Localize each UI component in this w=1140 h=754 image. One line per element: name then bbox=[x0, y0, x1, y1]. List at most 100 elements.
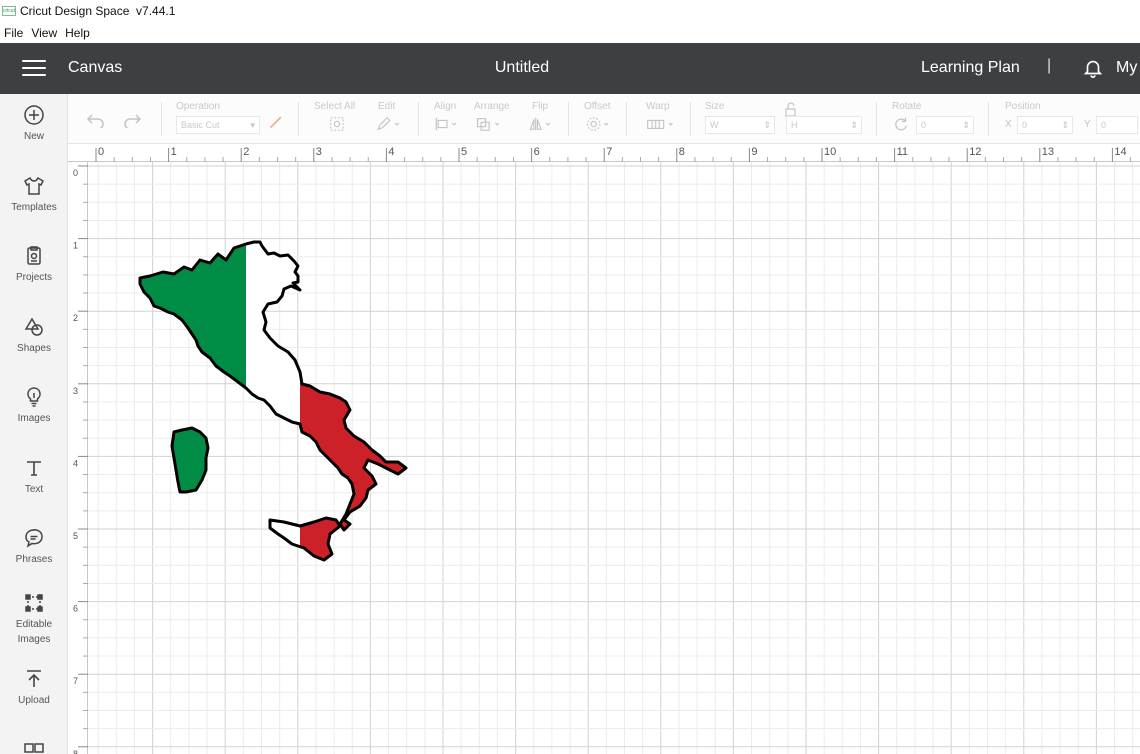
ruler-tick-label: 7 bbox=[73, 676, 78, 686]
ruler-tick-label: 1 bbox=[171, 146, 177, 158]
select-all-icon[interactable] bbox=[328, 116, 346, 132]
italy-flag-map[interactable] bbox=[88, 162, 1140, 754]
lightbulb-icon bbox=[27, 387, 41, 407]
redo-icon[interactable] bbox=[122, 112, 142, 128]
ruler-tick-label: 0 bbox=[98, 146, 104, 158]
upload-icon bbox=[27, 670, 41, 687]
sidebar-item-templates[interactable]: Templates bbox=[0, 175, 68, 216]
warp-icon[interactable] bbox=[644, 116, 678, 132]
warp-label: Warp bbox=[646, 101, 670, 112]
text-icon bbox=[27, 461, 41, 476]
size-height-input[interactable]: H ⇕ bbox=[786, 116, 862, 134]
sidebar-item-phrases[interactable]: Phrases bbox=[0, 527, 68, 568]
sicily-tricolor bbox=[270, 518, 340, 560]
window-title-bar: cricut Cricut Design Space v7.44.1 bbox=[0, 0, 1140, 22]
design-canvas[interactable] bbox=[88, 162, 1140, 754]
pen-color-icon[interactable] bbox=[266, 114, 286, 130]
horizontal-ruler-ticks: 0 1 2 3 4 5 6 7 8 9 10 11 12 13 14 bbox=[95, 146, 1132, 162]
ruler-tick-label: 2 bbox=[73, 313, 78, 323]
size-h-label: H bbox=[791, 120, 798, 130]
sidebar-item-new[interactable]: New bbox=[0, 104, 68, 145]
mainland-tricolor bbox=[140, 242, 406, 530]
sidebar-item-label: New bbox=[23, 131, 44, 142]
position-x-value: 0 bbox=[1022, 120, 1028, 130]
menu-view[interactable]: View bbox=[27, 26, 61, 40]
edit-toolbar: Operation Basic Cut ▾ Select All Edit Al… bbox=[68, 94, 1140, 144]
stepper-icon[interactable]: ⇕ bbox=[962, 117, 970, 133]
rotate-icon bbox=[895, 117, 907, 131]
stepper-icon[interactable]: ⇕ bbox=[850, 117, 858, 133]
grid-icon bbox=[24, 743, 44, 753]
vertical-ruler-ticks: 0 1 2 3 4 5 6 7 8 bbox=[73, 165, 88, 754]
toolbar-divider bbox=[161, 102, 162, 136]
ruler-tick-label: 12 bbox=[969, 146, 981, 158]
sidebar-item-more[interactable] bbox=[0, 740, 68, 754]
rotate-input[interactable]: 0 ⇕ bbox=[916, 116, 974, 134]
offset-icon[interactable] bbox=[584, 116, 614, 132]
operation-select[interactable]: Basic Cut ▾ bbox=[176, 116, 260, 134]
menu-file[interactable]: File bbox=[0, 26, 27, 40]
ruler-tick-label: 4 bbox=[73, 458, 78, 468]
sidebar-item-images[interactable]: Images bbox=[0, 386, 68, 427]
ruler-tick-label: 6 bbox=[73, 604, 78, 614]
learning-plan-link[interactable]: Learning Plan bbox=[921, 59, 1020, 77]
ruler-tick-label: 10 bbox=[824, 146, 836, 158]
sidebar-item-projects[interactable]: Projects bbox=[0, 245, 68, 286]
ruler-tick-label: 11 bbox=[897, 146, 908, 158]
horizontal-ruler: 0 1 2 3 4 5 6 7 8 9 10 11 12 13 14 bbox=[68, 144, 1140, 162]
position-y-value: 0 bbox=[1101, 120, 1107, 130]
align-icon[interactable] bbox=[432, 116, 462, 132]
sardinia-outline bbox=[170, 426, 210, 494]
position-label: Position bbox=[1005, 101, 1041, 112]
cricut-app-icon: cricut bbox=[2, 6, 16, 16]
header-separator: | bbox=[1047, 57, 1052, 74]
sidebar-item-upload[interactable]: Upload bbox=[0, 668, 68, 709]
sidebar-item-label: Images bbox=[17, 413, 51, 424]
toolbar-divider bbox=[988, 102, 989, 136]
vertical-ruler: 0 1 2 3 4 5 6 7 8 bbox=[68, 162, 88, 754]
align-label: Align bbox=[434, 101, 457, 112]
size-width-input[interactable]: W ⇕ bbox=[705, 116, 775, 134]
menu-help[interactable]: Help bbox=[61, 26, 94, 40]
operation-value: Basic Cut bbox=[181, 120, 220, 130]
ruler-tick-label: 8 bbox=[679, 146, 685, 158]
bell-icon[interactable] bbox=[1082, 57, 1104, 79]
ruler-tick-label: 5 bbox=[461, 146, 467, 158]
sidebar-item-label: Text bbox=[24, 484, 44, 495]
hamburger-menu-icon[interactable] bbox=[22, 60, 46, 77]
edit-label: Edit bbox=[378, 101, 396, 112]
toolbar-divider bbox=[876, 102, 877, 136]
position-x-input[interactable]: 0 ⇕ bbox=[1017, 116, 1073, 134]
sidebar-item-label: Projects bbox=[15, 272, 53, 283]
sidebar-item-label: Editable Images bbox=[15, 619, 53, 645]
my-account-menu[interactable]: My bbox=[1116, 59, 1137, 77]
position-y-input[interactable]: 0 bbox=[1096, 116, 1138, 134]
stepper-icon[interactable]: ⇕ bbox=[1061, 117, 1069, 133]
sidebar-item-text[interactable]: Text bbox=[0, 457, 68, 498]
flip-icon[interactable] bbox=[526, 116, 556, 132]
undo-icon[interactable] bbox=[86, 112, 106, 128]
select-all-label: Select All bbox=[314, 101, 356, 112]
ruler-tick-label: 7 bbox=[606, 146, 612, 158]
ruler-tick-label: 6 bbox=[534, 146, 540, 158]
ruler-tick-label: 13 bbox=[1042, 146, 1054, 158]
shapes-icon bbox=[24, 317, 43, 336]
plus-circle-icon bbox=[24, 105, 44, 125]
window-title: Cricut Design Space v7.44.1 bbox=[20, 4, 176, 18]
chevron-down-icon: ▾ bbox=[250, 120, 255, 130]
edit-icon[interactable] bbox=[374, 116, 402, 132]
size-w-label: W bbox=[710, 120, 719, 130]
position-x-label: X bbox=[1005, 119, 1012, 130]
sidebar-item-editable-images[interactable]: Editable Images bbox=[0, 592, 68, 647]
toolbar-divider bbox=[298, 102, 299, 136]
rotate-value: 0 bbox=[921, 120, 927, 130]
sidebar-item-shapes[interactable]: Shapes bbox=[0, 316, 68, 357]
left-sidebar: New Templates Projects Shapes Images Tex… bbox=[0, 94, 68, 754]
sidebar-item-label: Shapes bbox=[17, 343, 51, 354]
ruler-tick-label: 3 bbox=[316, 146, 322, 158]
stepper-icon[interactable]: ⇕ bbox=[763, 117, 771, 133]
position-y-label: Y bbox=[1084, 119, 1091, 130]
arrange-icon[interactable] bbox=[474, 116, 506, 132]
app-header: Canvas Untitled Learning Plan | My bbox=[0, 43, 1140, 94]
ruler-tick-label: 8 bbox=[73, 749, 78, 754]
